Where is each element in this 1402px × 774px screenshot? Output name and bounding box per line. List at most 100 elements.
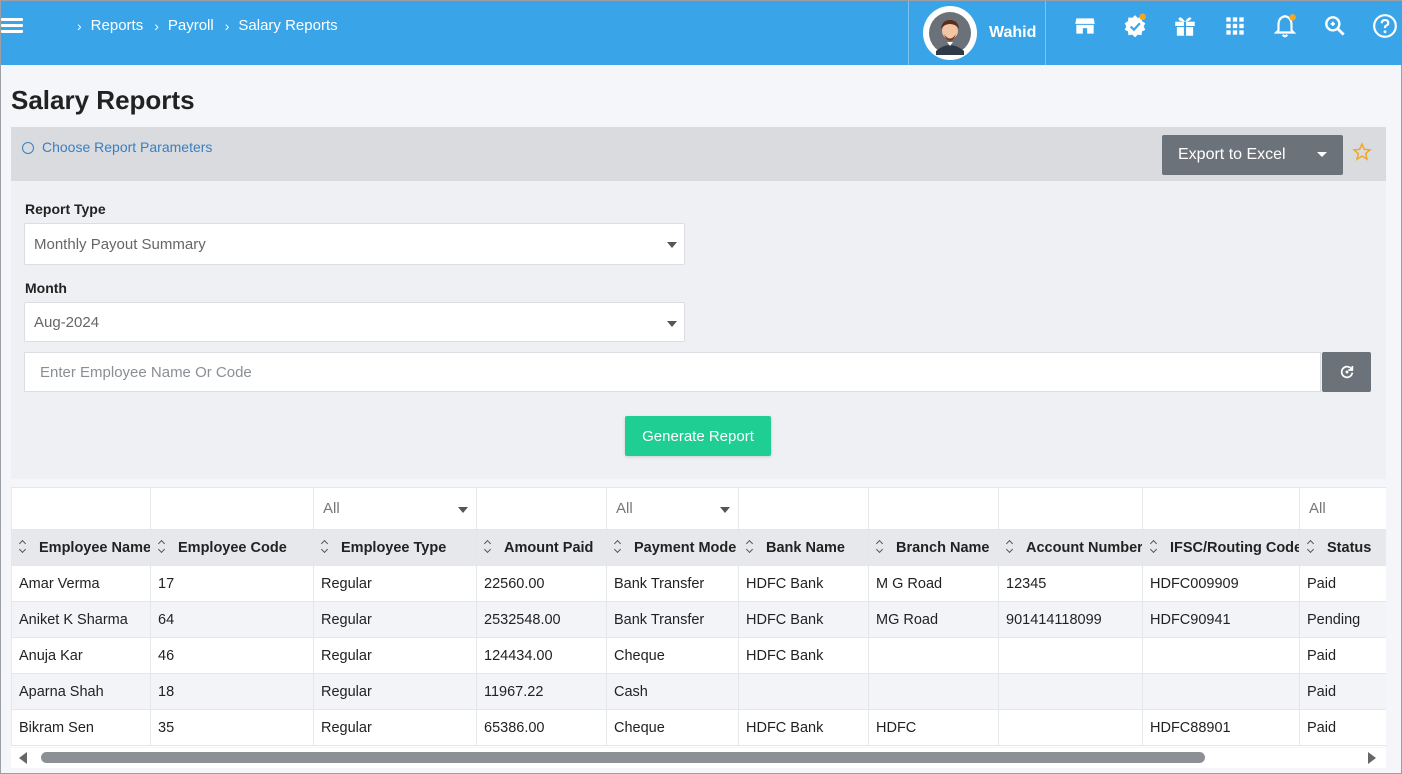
table-row[interactable]: Amar Verma 17 Regular 22560.00 Bank Transfer…: [11, 565, 1386, 602]
choose-params-link[interactable]: Choose Report Parameters: [22, 139, 212, 155]
column-header-bank-name[interactable]: Bank Name: [738, 529, 869, 566]
header-row: Employee Name Employee Code Employee Typ…: [11, 529, 1386, 566]
status-filter[interactable]: All: [1299, 487, 1386, 530]
breadcrumb-reports[interactable]: Reports: [91, 17, 144, 34]
sort-icon: [19, 541, 29, 553]
scrollbar-thumb[interactable]: [41, 752, 1205, 763]
table-cell: 46: [150, 637, 314, 674]
table-cell: [868, 637, 999, 674]
report-parameters-panel: Choose Report Parameters Export to Excel…: [11, 127, 1386, 479]
sort-icon: [1150, 541, 1160, 553]
column-header-account-number[interactable]: Account Number: [998, 529, 1143, 566]
table-cell: HDFC: [868, 709, 999, 746]
month-select[interactable]: Aug-2024: [24, 302, 685, 342]
panel-header: Choose Report Parameters Export to Excel: [11, 127, 1386, 181]
table-cell: MG Road: [868, 601, 999, 638]
chevron-right-icon: ›: [77, 17, 82, 34]
payment-mode-filter-value: All: [616, 500, 633, 517]
table-cell: Anuja Kar: [11, 637, 151, 674]
filter-cell-empty: [1142, 487, 1300, 530]
table-row[interactable]: Bikram Sen 35 Regular 65386.00 Cheque HDFC Ba…: [11, 709, 1386, 746]
table-cell: 35: [150, 709, 314, 746]
table-row[interactable]: Aparna Shah 18 Regular 11967.22 Cash Paid: [11, 673, 1386, 710]
table-cell: Regular: [313, 637, 477, 674]
chevron-right-icon: ›: [154, 17, 159, 34]
breadcrumb-payroll[interactable]: Payroll: [168, 17, 214, 34]
column-header-employee-code[interactable]: Employee Code: [150, 529, 314, 566]
table-cell: HDFC009909: [1142, 565, 1300, 602]
bell-icon[interactable]: [1272, 13, 1298, 39]
sort-icon: [746, 541, 756, 553]
filter-cell-empty: [738, 487, 869, 530]
payment-mode-filter[interactable]: All: [606, 487, 739, 530]
table-cell: Cheque: [606, 709, 739, 746]
employee-type-filter[interactable]: All: [313, 487, 477, 530]
column-header-payment-mode[interactable]: Payment Mode: [606, 529, 739, 566]
column-header-branch-name[interactable]: Branch Name: [868, 529, 999, 566]
chevron-down-icon: [667, 242, 677, 248]
column-header-amount-paid[interactable]: Amount Paid: [476, 529, 607, 566]
chevron-right-icon: ›: [224, 17, 230, 34]
column-header-status[interactable]: Status: [1299, 529, 1386, 566]
table-cell: [738, 673, 869, 710]
scroll-left-icon[interactable]: [19, 752, 27, 764]
avatar[interactable]: [923, 6, 977, 60]
star-icon[interactable]: [1352, 142, 1372, 162]
table-cell: HDFC88901: [1142, 709, 1300, 746]
table-cell: [868, 673, 999, 710]
apps-grid-icon[interactable]: [1222, 13, 1248, 39]
gift-icon[interactable]: [1172, 13, 1198, 39]
table-cell: HDFC Bank: [738, 637, 869, 674]
generate-report-button[interactable]: Generate Report: [625, 416, 771, 456]
report-type-select[interactable]: Monthly Payout Summary: [24, 223, 685, 265]
employee-type-filter-value: All: [323, 500, 340, 517]
status-filter-value: All: [1309, 500, 1326, 517]
employee-search-input[interactable]: [24, 352, 1321, 392]
store-icon[interactable]: [1072, 13, 1098, 39]
table-cell: 12345: [998, 565, 1143, 602]
table-cell: Paid: [1299, 709, 1386, 746]
table-cell: Paid: [1299, 637, 1386, 674]
breadcrumb-salary-reports[interactable]: Salary Reports: [238, 17, 337, 34]
column-header-employee-name[interactable]: Employee Name: [11, 529, 151, 566]
table-cell: 901414118099: [998, 601, 1143, 638]
filter-row: All All All: [11, 487, 1386, 530]
month-value: Aug-2024: [34, 313, 100, 331]
sort-icon: [876, 541, 886, 553]
verified-badge-icon[interactable]: [1122, 13, 1148, 39]
scroll-right-icon[interactable]: [1368, 752, 1376, 764]
reset-search-button[interactable]: [1322, 352, 1371, 392]
table-cell: Regular: [313, 565, 477, 602]
table-cell: Bank Transfer: [606, 601, 739, 638]
table-cell: [998, 673, 1143, 710]
export-to-excel-button[interactable]: Export to Excel: [1162, 135, 1343, 175]
table-row[interactable]: Aniket K Sharma 64 Regular 2532548.00 Bank T…: [11, 601, 1386, 638]
column-header-ifsc-code[interactable]: IFSC/Routing Code: [1142, 529, 1300, 566]
table-cell: Bikram Sen: [11, 709, 151, 746]
menu-icon[interactable]: [1, 15, 27, 39]
column-header-employee-type[interactable]: Employee Type: [313, 529, 477, 566]
table-cell: Regular: [313, 673, 477, 710]
chevron-down-icon: [667, 321, 677, 327]
table-cell: HDFC90941: [1142, 601, 1300, 638]
filter-cell-empty: [476, 487, 607, 530]
horizontal-scrollbar[interactable]: [11, 748, 1386, 768]
table-cell: Regular: [313, 601, 477, 638]
table-cell: 65386.00: [476, 709, 607, 746]
table-cell: [1142, 673, 1300, 710]
table-cell: Bank Transfer: [606, 565, 739, 602]
user-profile[interactable]: Wahid: [908, 1, 1046, 65]
table-cell: M G Road: [868, 565, 999, 602]
help-icon[interactable]: [1372, 13, 1398, 39]
report-type-label: Report Type: [25, 201, 106, 217]
table-cell: 17: [150, 565, 314, 602]
top-navbar: › Reports › Payroll › Salary Reports Wah…: [1, 1, 1402, 65]
table-cell: HDFC Bank: [738, 565, 869, 602]
table-cell: Pending: [1299, 601, 1386, 638]
table-cell: 11967.22: [476, 673, 607, 710]
report-type-value: Monthly Payout Summary: [34, 235, 206, 253]
search-icon[interactable]: [1322, 13, 1348, 39]
sort-icon: [321, 541, 331, 553]
table-row[interactable]: Anuja Kar 46 Regular 124434.00 Cheque HDFC Ba…: [11, 637, 1386, 674]
filter-cell-empty: [11, 487, 151, 530]
